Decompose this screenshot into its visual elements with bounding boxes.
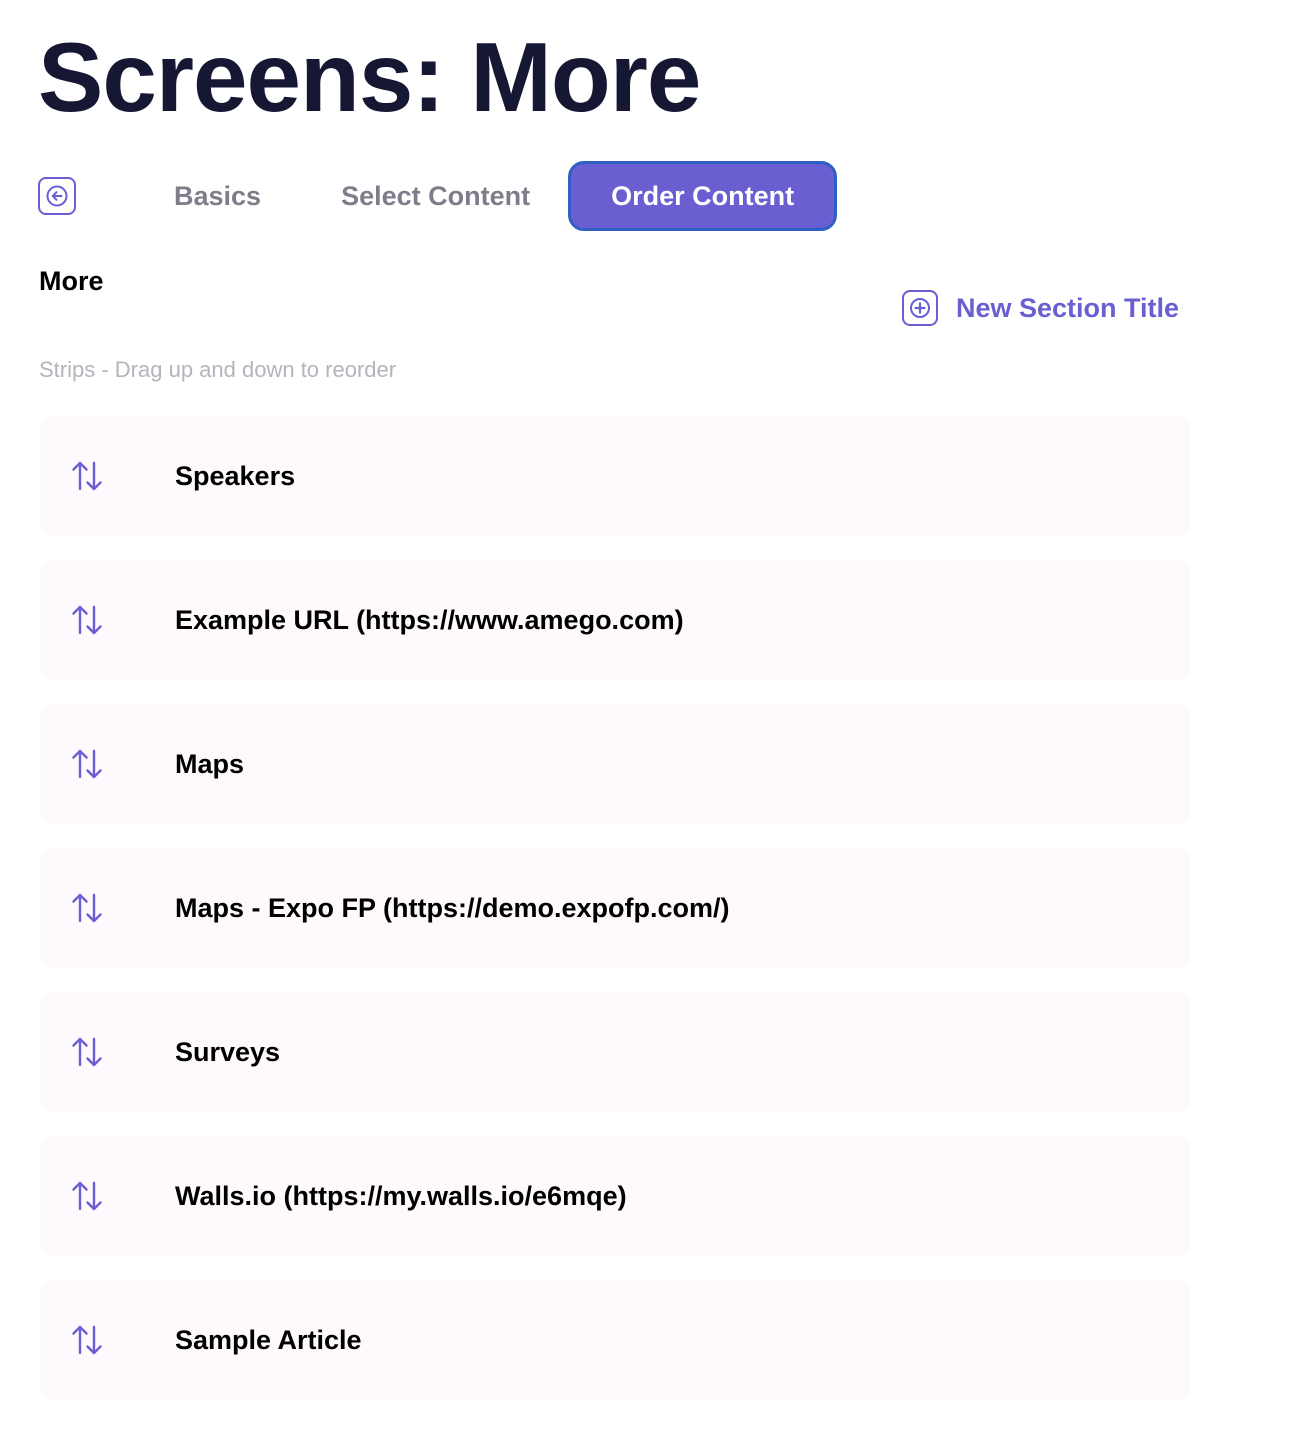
tab-select-content[interactable]: Select Content [341,181,530,212]
strip-label: Walls.io (https://my.walls.io/e6mqe) [175,1180,627,1211]
page-title: Screens: More [38,22,701,132]
strip-item[interactable]: Example URL (https://www.amego.com) [39,560,1190,680]
strip-label: Example URL (https://www.amego.com) [175,604,684,635]
arrow-left-icon [46,185,68,207]
strip-list: Speakers Example URL (https://www.amego.… [39,416,1190,1424]
sort-arrows-icon [72,749,102,779]
strip-label: Maps - Expo FP (https://demo.expofp.com/… [175,892,730,923]
sort-arrows-icon [72,461,102,491]
strip-item[interactable]: Walls.io (https://my.walls.io/e6mqe) [39,1136,1190,1256]
tab-order-content[interactable]: Order Content [568,161,838,231]
sort-arrows-icon [72,893,102,923]
strip-item[interactable]: Speakers [39,416,1190,536]
sort-arrows-icon [72,605,102,635]
strip-item[interactable]: Maps [39,704,1190,824]
tabs-bar: Basics Select Content Order Content [38,158,838,234]
sort-arrows-icon [72,1325,102,1355]
strip-item[interactable]: Maps - Expo FP (https://demo.expofp.com/… [39,848,1190,968]
strip-item[interactable]: Surveys [39,992,1190,1112]
reorder-handle[interactable] [39,1178,175,1214]
tab-basics[interactable]: Basics [174,181,261,212]
strip-label: Surveys [175,1036,281,1067]
sort-arrows-icon [72,1037,102,1067]
reorder-handle[interactable] [39,1322,175,1358]
reorder-handle[interactable] [39,746,175,782]
reorder-hint: Strips - Drag up and down to reorder [39,357,397,382]
reorder-handle[interactable] [39,1034,175,1070]
reorder-handle[interactable] [39,458,175,494]
back-button[interactable] [38,177,76,215]
strip-item[interactable]: Sample Article [39,1280,1190,1400]
plus-square-icon [902,290,938,326]
reorder-handle[interactable] [39,602,175,638]
reorder-handle[interactable] [39,890,175,926]
sort-arrows-icon [72,1181,102,1211]
new-section-title-label: New Section Title [956,292,1180,323]
section-name: More [39,266,104,296]
strip-label: Speakers [175,460,296,491]
new-section-title-button[interactable]: New Section Title [902,290,1179,326]
strip-label: Sample Article [175,1324,362,1355]
strip-label: Maps [175,748,245,779]
